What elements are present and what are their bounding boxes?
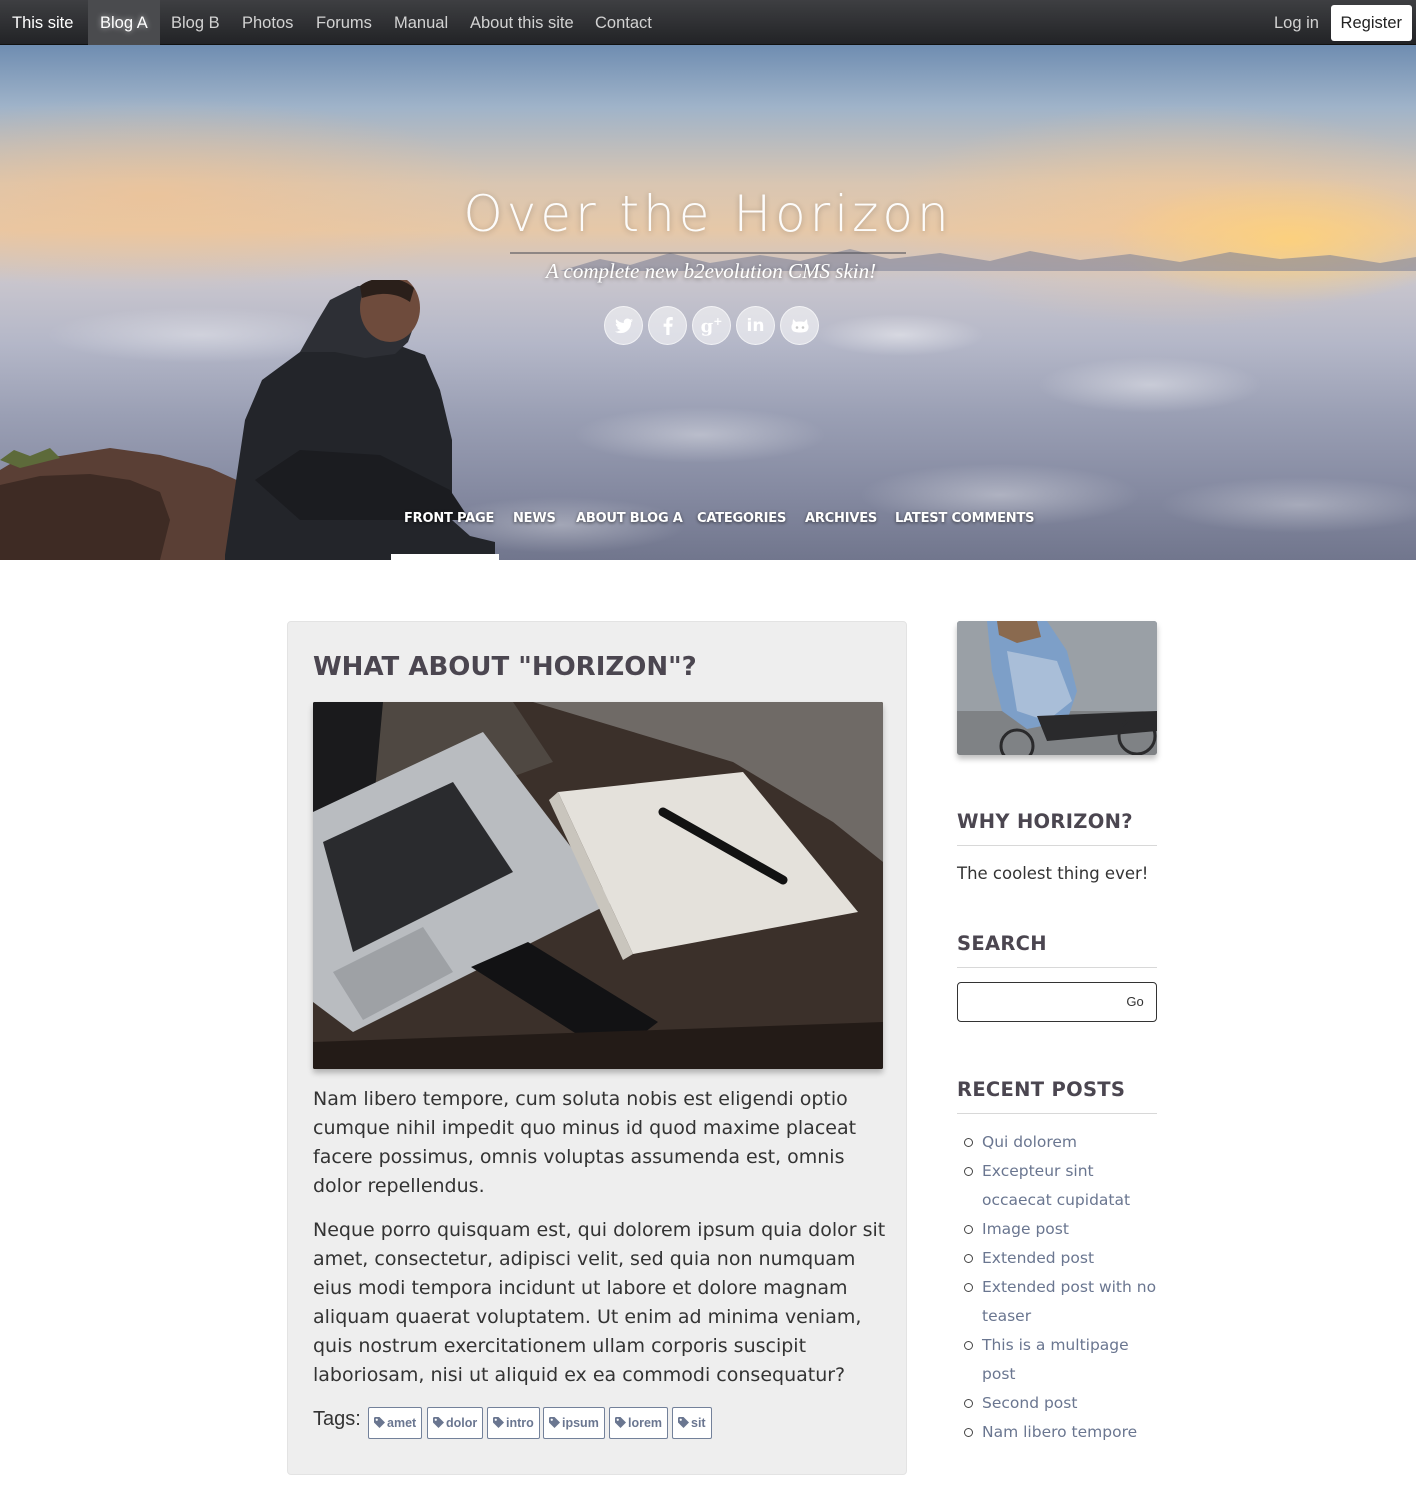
nav-forums[interactable]: Forums (316, 0, 372, 45)
tag-icon (678, 1417, 689, 1429)
top-navbar: This site Blog A Blog B Photos Forums Ma… (0, 0, 1416, 45)
tag-icon (615, 1417, 626, 1429)
register-button[interactable]: Register (1330, 5, 1412, 41)
facebook-icon[interactable] (648, 306, 687, 345)
nav-blog-b[interactable]: Blog B (171, 0, 220, 45)
tag-label: dolor (446, 1416, 478, 1430)
bullet-icon (964, 1225, 973, 1234)
social-links: g+ in (604, 306, 824, 346)
search-go-button[interactable]: Go (1114, 983, 1156, 1021)
widget-recent-posts-title: RECENT POSTS (957, 1078, 1157, 1114)
tag-intro[interactable]: intro (487, 1407, 540, 1439)
post-paragraph-2: Neque porro quisquam est, qui dolorem ip… (313, 1219, 886, 1386)
recent-post-link[interactable]: Second post (982, 1394, 1077, 1412)
tag-sit[interactable]: sit (672, 1407, 712, 1439)
list-item: Extended post (957, 1244, 1157, 1273)
recent-post-link[interactable]: Extended post (982, 1249, 1094, 1267)
tag-label: ipsum (562, 1416, 599, 1430)
search-input[interactable] (962, 987, 1112, 1017)
login-link[interactable]: Log in (1274, 0, 1319, 45)
bullet-icon (964, 1167, 973, 1176)
tag-icon (493, 1417, 504, 1429)
tag-label: intro (506, 1416, 534, 1430)
cyclist-photo (957, 621, 1157, 755)
bullet-icon (964, 1283, 973, 1292)
site-home-link[interactable]: This site (12, 0, 73, 45)
tag-icon (374, 1417, 385, 1429)
search-form: Go (957, 982, 1157, 1022)
tag-amet[interactable]: amet (368, 1407, 423, 1439)
list-item: Qui dolorem (957, 1128, 1157, 1157)
nav-contact[interactable]: Contact (595, 0, 652, 45)
menu-front-page[interactable]: FRONT PAGE (404, 511, 494, 526)
widget-search-title: SEARCH (957, 932, 1157, 968)
list-item: Second post (957, 1389, 1157, 1418)
widget-why-horizon-text: The coolest thing ever! (957, 864, 1149, 883)
active-menu-indicator (391, 554, 499, 560)
nav-blog-a[interactable]: Blog A (88, 0, 160, 45)
linkedin-icon[interactable]: in (736, 306, 775, 345)
blog-tagline: A complete new b2evolution CMS skin! (545, 259, 877, 283)
widget-why-horizon-title: WHY HORIZON? (957, 810, 1157, 846)
recent-post-link[interactable]: This is a multipage post (982, 1336, 1129, 1383)
blog-title: Over the Horizon (463, 185, 953, 243)
tag-icon (433, 1417, 444, 1429)
tag-ipsum[interactable]: ipsum (543, 1407, 605, 1439)
menu-categories[interactable]: CATEGORIES (697, 511, 786, 526)
recent-post-link[interactable]: Excepteur sint occaecat cupidatat (982, 1162, 1130, 1209)
tag-icon (549, 1417, 560, 1429)
tag-label: lorem (628, 1416, 663, 1430)
post-title[interactable]: WHAT ABOUT "HORIZON"? (313, 652, 697, 682)
sidebar-image[interactable] (957, 621, 1157, 755)
tag-label: amet (387, 1416, 417, 1430)
list-item: This is a multipage post (957, 1331, 1157, 1389)
menu-archives[interactable]: ARCHIVES (805, 511, 877, 526)
nav-manual[interactable]: Manual (394, 0, 448, 45)
hero-banner: Over the Horizon A complete new b2evolut… (0, 45, 1416, 560)
menu-latest-comments[interactable]: LATEST COMMENTS (895, 511, 1034, 526)
post-tags: Tags: amet dolor intro ipsum lorem sit (313, 1406, 873, 1439)
laptop-notebook-photo (313, 702, 883, 1069)
post-image[interactable] (313, 702, 883, 1069)
bullet-icon (964, 1254, 973, 1263)
menu-about-blog-a[interactable]: ABOUT BLOG A (576, 511, 683, 526)
recent-post-link[interactable]: Qui dolorem (982, 1133, 1077, 1151)
github-icon[interactable] (780, 306, 819, 345)
google-plus-icon[interactable]: g+ (692, 306, 731, 345)
list-item: Nam libero tempore (957, 1418, 1157, 1447)
tags-label: Tags: (313, 1408, 361, 1430)
blog-menu: FRONT PAGE NEWS ABOUT BLOG A CATEGORIES … (0, 511, 1416, 531)
menu-news[interactable]: NEWS (513, 511, 556, 526)
tag-lorem[interactable]: lorem (609, 1407, 669, 1439)
nav-about-site[interactable]: About this site (470, 0, 574, 45)
post-paragraph-1: Nam libero tempore, cum soluta nobis est… (313, 1088, 857, 1197)
title-underline (510, 252, 906, 254)
recent-post-link[interactable]: Nam libero tempore (982, 1423, 1137, 1441)
bullet-icon (964, 1399, 973, 1408)
list-item: Excepteur sint occaecat cupidatat (957, 1157, 1157, 1215)
recent-post-link[interactable]: Image post (982, 1220, 1069, 1238)
tag-dolor[interactable]: dolor (427, 1407, 484, 1439)
bullet-icon (964, 1428, 973, 1437)
recent-post-link[interactable]: Extended post with no teaser (982, 1278, 1156, 1325)
bullet-icon (964, 1138, 973, 1147)
post-card: WHAT ABOUT "HORIZON"? Nam libero tempore… (287, 621, 907, 1475)
list-item: Image post (957, 1215, 1157, 1244)
twitter-icon[interactable] (604, 306, 643, 345)
bullet-icon (964, 1341, 973, 1350)
list-item: Extended post with no teaser (957, 1273, 1157, 1331)
recent-posts-list: Qui dolorem Excepteur sint occaecat cupi… (957, 1128, 1157, 1447)
nav-photos[interactable]: Photos (242, 0, 293, 45)
tag-label: sit (691, 1416, 706, 1430)
